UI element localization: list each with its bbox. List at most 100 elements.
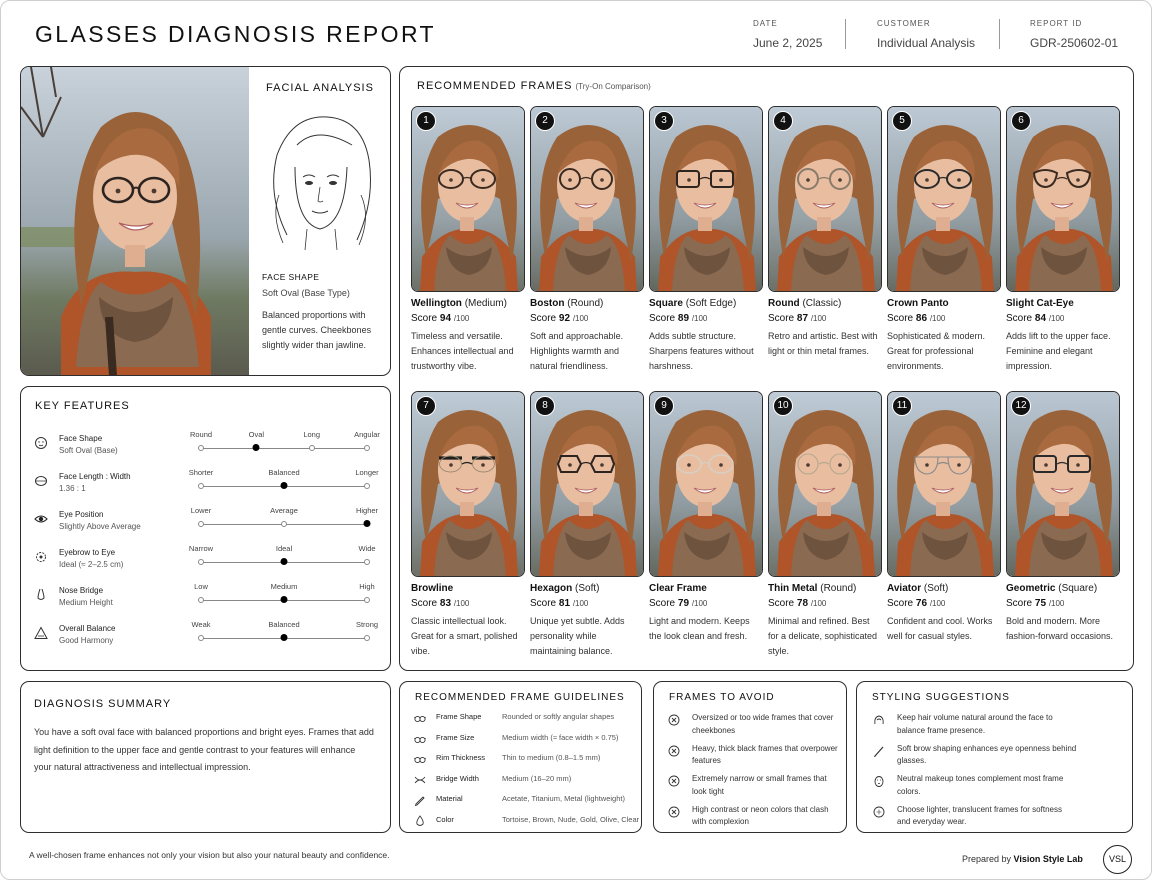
frame-card[interactable]: 3 Square (Soft Edge) Score 89 /100 Adds sub… (649, 106, 765, 374)
guideline-row: Frame Shape Rounded or softly angular sha… (414, 710, 641, 726)
feature-name: Overall Balance (59, 624, 116, 633)
frame-try-on[interactable]: 12 (1006, 391, 1120, 577)
feature-scale-marker-selected (280, 558, 288, 565)
frame-card[interactable]: 4 Round (Classic) Score 87 /100 Retro and a… (768, 106, 884, 359)
frame-try-on[interactable]: 2 (530, 106, 644, 292)
frame-score-prefix: Score (649, 598, 676, 609)
styling-icon-wrap (873, 744, 885, 757)
frame-card[interactable]: 6 Slight Cat-Eye Score 84 /100 Adds lift to… (1006, 106, 1122, 374)
frame-name: Thin Metal (Round) (768, 583, 884, 594)
guideline-icon-wrap (414, 773, 426, 785)
frame-try-on[interactable]: 7 (411, 391, 525, 577)
recommended-frames-title: RECOMMENDED FRAMES (Try-On Comparison) (417, 80, 651, 92)
styling-text: Soft brow shaping enhances eye openness … (897, 743, 1077, 766)
avoid-icon-wrap (668, 805, 680, 817)
face-shape-label: FACE SHAPE (262, 272, 320, 282)
frame-card[interactable]: 12 Geometric (Square) Score 75 /100 Bold an… (1006, 391, 1122, 644)
frame-try-on[interactable]: 11 (887, 391, 1001, 577)
frame-score-prefix: Score (649, 313, 676, 324)
frame-try-on[interactable]: 1 (411, 106, 525, 292)
guideline-row: Frame Size Medium width (≈ face width × 0… (414, 731, 641, 747)
balance-triangle-icon (34, 626, 48, 639)
frame-try-on[interactable]: 4 (768, 106, 882, 292)
frame-score-max: /100 (572, 599, 589, 608)
feature-name: Face Shape (59, 434, 103, 443)
frame-score-prefix: Score (768, 313, 795, 324)
try-on-photo (888, 107, 1000, 291)
frame-rank-badge: 4 (773, 111, 793, 131)
guideline-label: Rim Thickness (436, 753, 486, 762)
frame-rank-badge: 11 (892, 396, 912, 416)
frame-score: Score 79 /100 (649, 598, 765, 609)
frame-card[interactable]: 11 Aviator (Soft) Score 76 /100 Confident a… (887, 391, 1003, 644)
prepared-by: Prepared by Vision Style Lab (962, 854, 1083, 864)
frame-try-on[interactable]: 8 (530, 391, 644, 577)
recommended-frames-card: RECOMMENDED FRAMES (Try-On Comparison) 1 W… (399, 66, 1134, 671)
frame-score-value: 81 (558, 598, 571, 609)
frame-card[interactable]: 5 Crown Panto Score 86 /100 Sophisticated &… (887, 106, 1003, 374)
frame-score-value: 89 (677, 313, 690, 324)
frame-try-on[interactable]: 6 (1006, 106, 1120, 292)
feature-scale-marker (198, 559, 204, 565)
try-on-photo (650, 107, 762, 291)
feature-value: Ideal (≈ 2–2.5 cm) (59, 560, 124, 569)
frame-name: Square (Soft Edge) (649, 298, 765, 309)
customer-value: Individual Analysis (877, 36, 976, 50)
avoid-text: Extremely narrow or small frames that lo… (692, 774, 827, 796)
avoid-text: Heavy, thick black frames that overpower… (692, 743, 838, 766)
frame-try-on[interactable]: 10 (768, 391, 882, 577)
guideline-icon-wrap (414, 814, 426, 826)
styling-text: Choose lighter, translucent frames for s… (897, 804, 1062, 827)
frame-name: Browline (411, 583, 527, 594)
frame-try-on[interactable]: 9 (649, 391, 763, 577)
feature-scale-label: Average (270, 506, 298, 515)
frame-name-main: Aviator (887, 583, 922, 594)
frame-try-on[interactable]: 3 (649, 106, 763, 292)
frame-card[interactable]: 10 Thin Metal (Round) Score 78 /100 Minimal… (768, 391, 884, 659)
avoid-icon-wrap (668, 713, 680, 726)
frame-card[interactable]: 2 Boston (Round) Score 92 /100 Soft and app… (530, 106, 646, 374)
face-shape-value: Soft Oval (Base Type) (262, 288, 350, 298)
guideline-row: Color Tortoise, Brown, Nude, Gold, Olive,… (414, 813, 641, 829)
frame-card[interactable]: 8 Hexagon (Soft) Score 81 /100 Unique yet s… (530, 391, 646, 659)
styling-icon-wrap (873, 774, 885, 787)
facial-analysis-card: FACIAL ANALYSIS FACE SHAPE Soft Oval (Ba… (20, 66, 391, 376)
frame-name: Boston (Round) (530, 298, 646, 309)
avoid-icon-wrap (668, 774, 680, 787)
feature-scale-marker-selected (363, 520, 371, 527)
frame-description: Retro and artistic. Best with light or t… (768, 331, 878, 356)
frame-name-main: Thin Metal (768, 583, 818, 594)
frame-score-max: /100 (572, 314, 589, 323)
frame-card[interactable]: 1 Wellington (Medium) Score 94 /100 Timeles… (411, 106, 527, 374)
feature-scale-marker (198, 597, 204, 603)
frame-description: Bold and modern. More fashion-forward oc… (1006, 616, 1114, 641)
frame-score: Score 87 /100 (768, 313, 884, 324)
frame-name-main: Crown Panto (887, 298, 949, 309)
frame-name: Round (Classic) (768, 298, 884, 309)
brow-pencil-icon (873, 746, 884, 757)
frame-card[interactable]: 9 Clear Frame Score 79 /100 Light and moder… (649, 391, 765, 644)
guideline-value: Medium (16–20 mm) (502, 773, 572, 783)
frame-try-on[interactable]: 5 (887, 106, 1001, 292)
feature-scale: Lower Average Higher (181, 506, 381, 534)
customer-meta: CUSTOMER Individual Analysis (877, 19, 975, 50)
feature-scale-marker (364, 597, 370, 603)
frame-score-max: /100 (691, 599, 708, 608)
frame-rank-badge: 2 (535, 111, 555, 131)
feature-scale: Low Medium High (181, 582, 381, 610)
frame-description: Unique yet subtle. Adds personality whil… (530, 616, 625, 656)
feature-scale: Narrow Ideal Wide (181, 544, 381, 572)
frame-card[interactable]: 7 Browline Score 83 /100 Classic intellectu… (411, 391, 527, 659)
nose-icon (37, 588, 45, 600)
frame-name-main: Boston (530, 298, 565, 309)
guideline-label: Frame Shape (436, 712, 482, 721)
guideline-label: Material (436, 794, 463, 803)
guideline-icon-wrap (414, 793, 426, 807)
feature-scale-line (201, 448, 367, 449)
frame-score-max: /100 (691, 314, 708, 323)
report-id-label: REPORT ID (1030, 19, 1083, 28)
feature-scale-marker (198, 445, 204, 451)
try-on-photo (769, 392, 881, 576)
frame-name: Wellington (Medium) (411, 298, 527, 309)
date-value: June 2, 2025 (753, 36, 823, 50)
